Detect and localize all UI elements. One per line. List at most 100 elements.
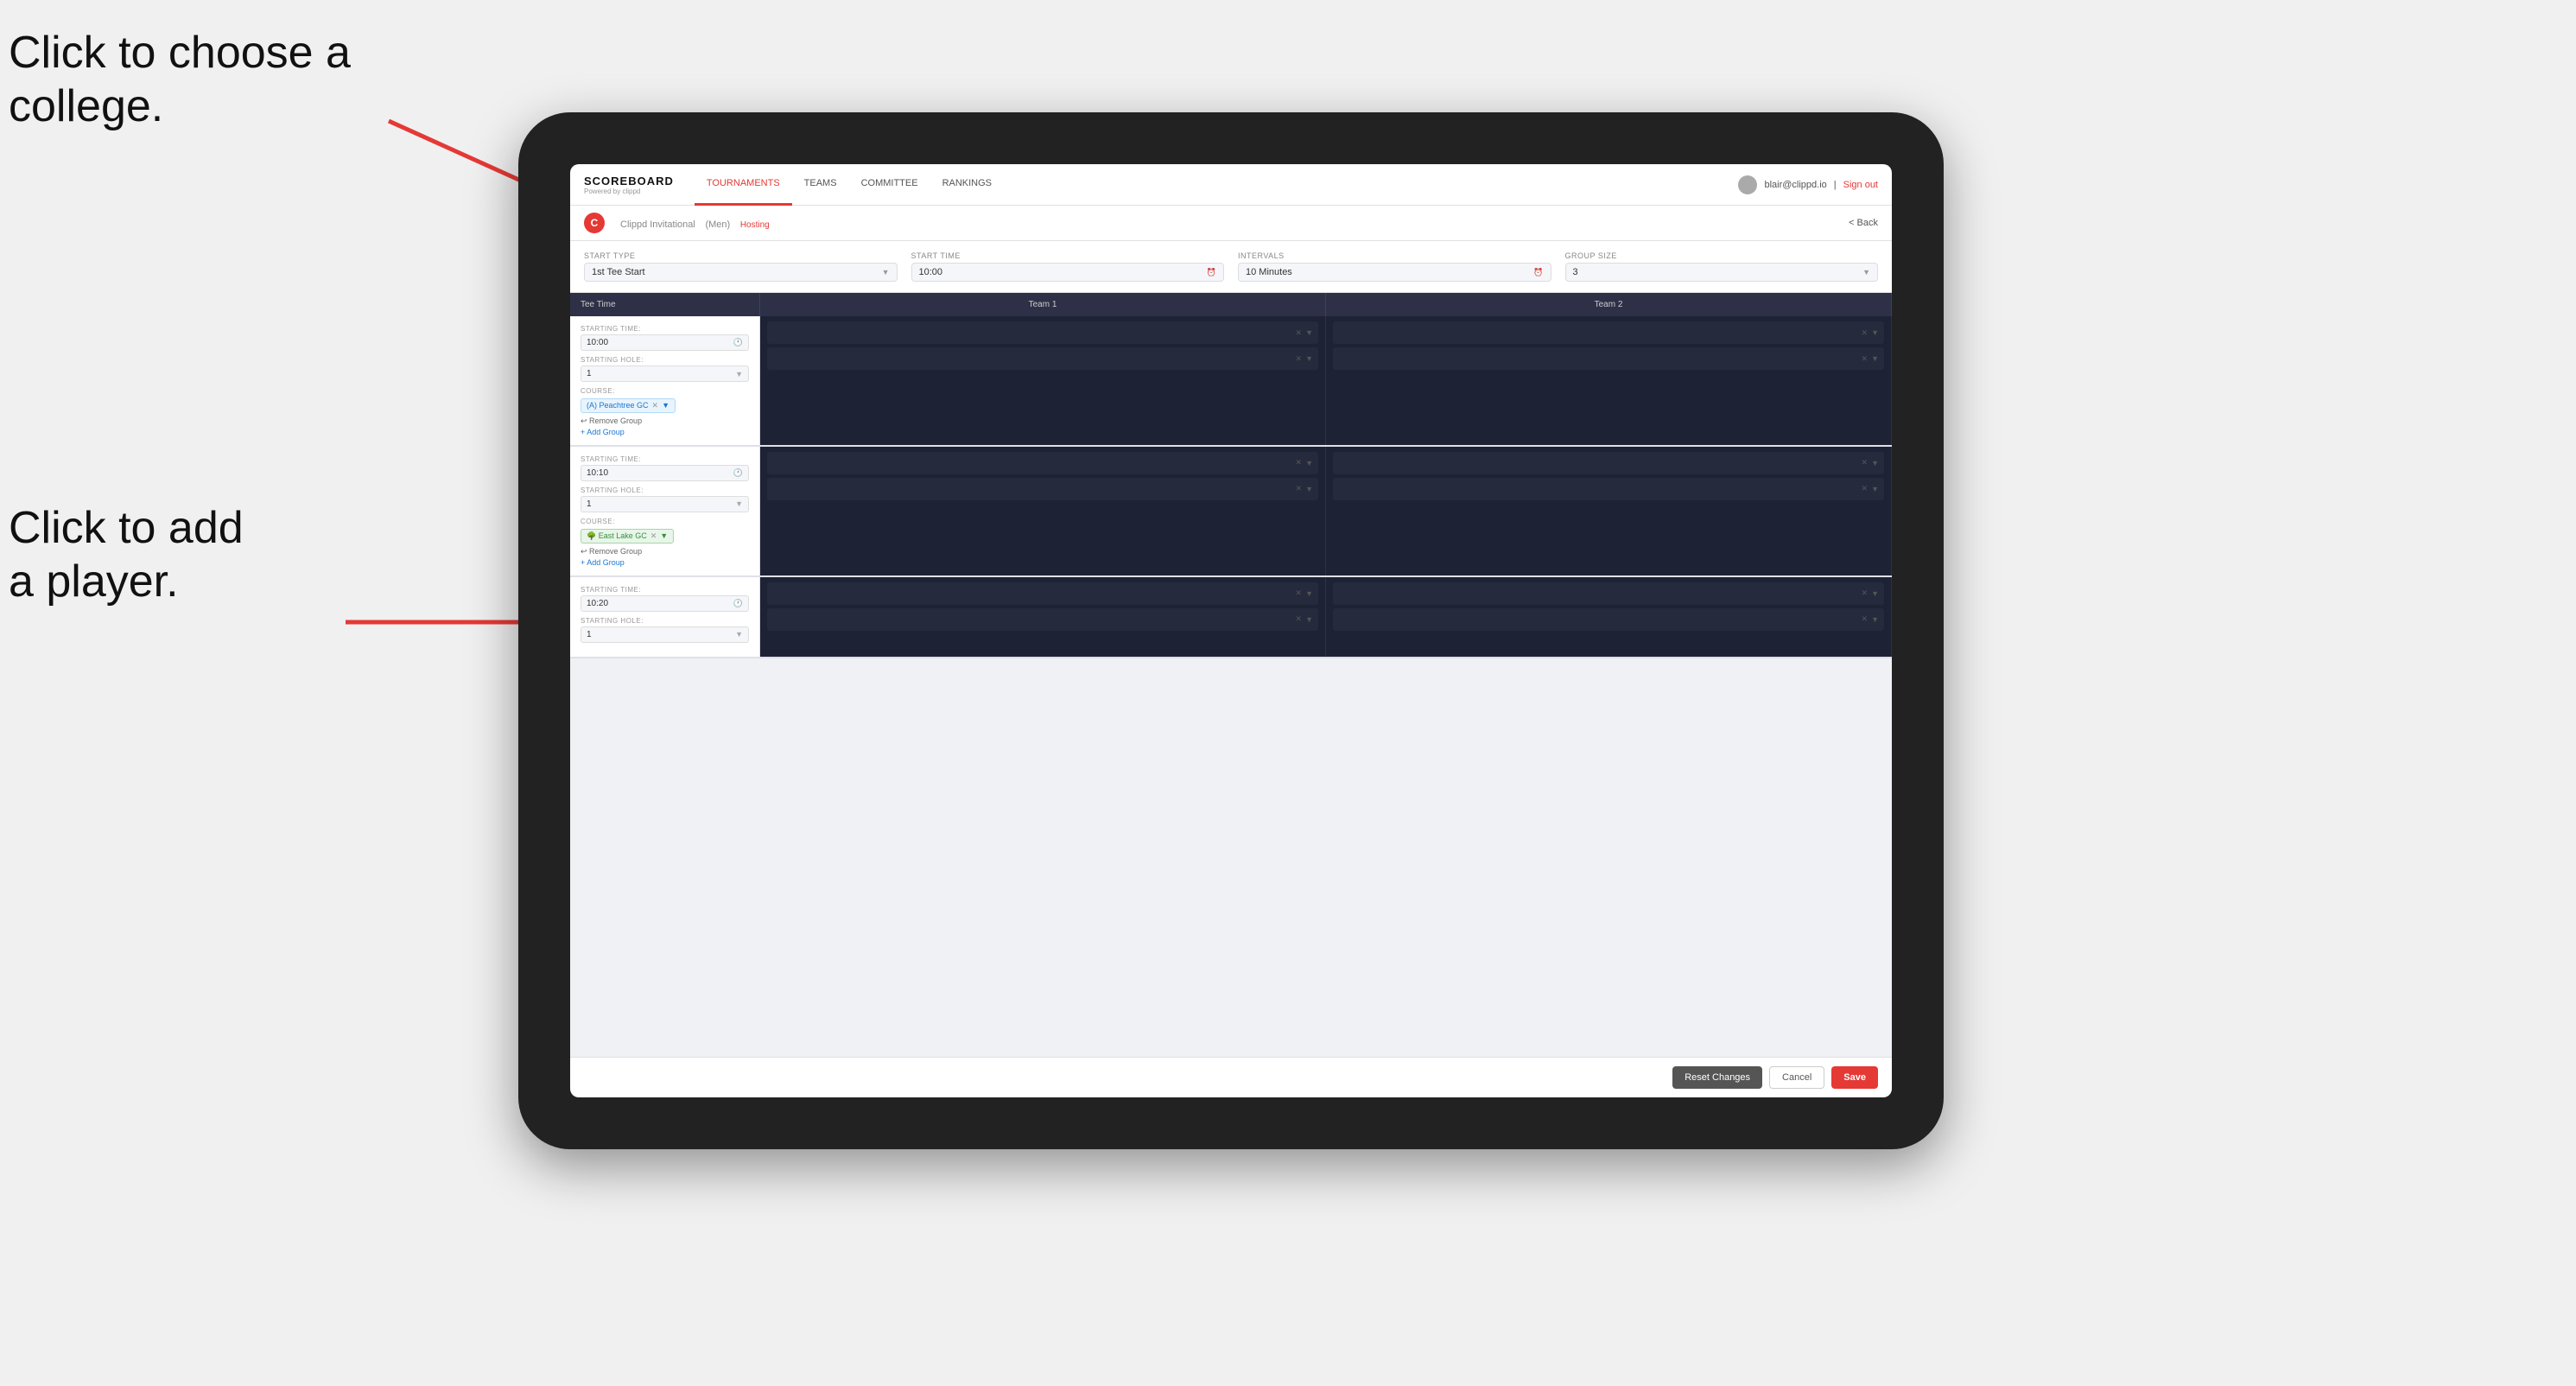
player-chevron-icon[interactable]: ▼: [1305, 459, 1313, 467]
nav-link-tournaments[interactable]: TOURNAMENTS: [695, 164, 792, 206]
add-group-btn-2[interactable]: + Add Group: [581, 558, 749, 567]
player-slot[interactable]: ✕ ▼: [767, 478, 1318, 500]
team2-cell-1: ✕ ▼ ✕ ▼: [1326, 316, 1892, 445]
player-chevron-icon[interactable]: ▼: [1871, 589, 1879, 598]
col-team2: Team 2: [1326, 293, 1892, 316]
starting-time-input-3[interactable]: 10:20🕐: [581, 595, 749, 612]
player-slot[interactable]: ✕ ▼: [1333, 452, 1884, 474]
remove-group-btn-2[interactable]: ↩ Remove Group: [581, 547, 749, 556]
player-chevron-icon[interactable]: ▼: [1871, 485, 1879, 493]
player-chevron-icon[interactable]: ▼: [1305, 615, 1313, 624]
player-expand-icon[interactable]: ✕: [1862, 354, 1869, 364]
group-actions-2: ↩ Remove Group + Add Group: [581, 547, 749, 567]
start-time-select[interactable]: 10:00 ⏰: [911, 263, 1225, 282]
team2-cell-3: ✕ ▼ ✕ ▼: [1326, 577, 1892, 657]
group-actions-1: ↩ Remove Group + Add Group: [581, 416, 749, 436]
player-chevron-icon[interactable]: ▼: [1871, 328, 1879, 337]
tablet-screen: SCOREBOARD Powered by clippd TOURNAMENTS…: [570, 164, 1892, 1097]
group-left-1: STARTING TIME: 10:00🕐 STARTING HOLE: 1▼ …: [570, 316, 760, 445]
player-slot[interactable]: ✕ ▼: [1333, 347, 1884, 370]
player-expand-icon[interactable]: ✕: [1862, 614, 1869, 624]
page-logo: C: [584, 213, 605, 233]
player-slot[interactable]: ✕ ▼: [1333, 478, 1884, 500]
course-tag-1[interactable]: (A) Peachtree GC ✕ ▼: [581, 398, 676, 413]
page-header: C Clippd Invitational (Men) Hosting < Ba…: [570, 206, 1892, 241]
player-expand-icon[interactable]: ✕: [1296, 614, 1303, 624]
player-expand-icon[interactable]: ✕: [1862, 484, 1869, 493]
start-type-chevron: ▼: [882, 268, 890, 277]
player-slot[interactable]: ✕ ▼: [767, 582, 1318, 605]
course-remove-2[interactable]: ✕: [650, 531, 657, 541]
player-expand-icon[interactable]: ✕: [1862, 328, 1869, 338]
player-expand-icon[interactable]: ✕: [1296, 484, 1303, 493]
group-row: STARTING TIME: 10:10🕐 STARTING HOLE: 1▼ …: [570, 447, 1892, 577]
nav-avatar: [1738, 175, 1757, 194]
nav-bar: SCOREBOARD Powered by clippd TOURNAMENTS…: [570, 164, 1892, 206]
starting-hole-input-3[interactable]: 1▼: [581, 626, 749, 643]
col-tee-time: Tee Time: [570, 293, 760, 316]
bottom-bar: Reset Changes Cancel Save: [570, 1057, 1892, 1097]
starting-time-input-2[interactable]: 10:10🕐: [581, 465, 749, 481]
groups-list: STARTING TIME: 10:00🕐 STARTING HOLE: 1▼ …: [570, 316, 1892, 1057]
player-slot[interactable]: ✕ ▼: [767, 608, 1318, 631]
player-slot[interactable]: ✕ ▼: [767, 347, 1318, 370]
course-tag-2[interactable]: 🌳 East Lake GC ✕ ▼: [581, 529, 674, 544]
nav-logo-title: SCOREBOARD: [584, 175, 674, 188]
starting-time-label-1: STARTING TIME:: [581, 325, 749, 333]
nav-link-teams[interactable]: TEAMS: [792, 164, 849, 206]
nav-sign-out[interactable]: Sign out: [1843, 180, 1878, 190]
group-row: STARTING TIME: 10:00🕐 STARTING HOLE: 1▼ …: [570, 316, 1892, 447]
player-slot[interactable]: ✕ ▼: [1333, 608, 1884, 631]
course-expand-2[interactable]: ▼: [660, 531, 668, 540]
intervals-chevron: ⏰: [1533, 268, 1543, 277]
start-type-select[interactable]: 1st Tee Start ▼: [584, 263, 898, 282]
group-size-chevron: ▼: [1862, 268, 1870, 277]
cancel-button[interactable]: Cancel: [1769, 1066, 1824, 1089]
nav-link-rankings[interactable]: RANKINGS: [930, 164, 1004, 206]
team1-cell-1: ✕ ▼ ✕ ▼: [760, 316, 1326, 445]
player-chevron-icon[interactable]: ▼: [1305, 354, 1313, 363]
player-chevron-icon[interactable]: ▼: [1305, 589, 1313, 598]
player-slot[interactable]: ✕ ▼: [767, 452, 1318, 474]
start-time-label: Start Time: [911, 251, 1225, 260]
player-slot[interactable]: ✕ ▼: [767, 321, 1318, 344]
save-button[interactable]: Save: [1831, 1066, 1878, 1089]
group-size-select[interactable]: 3 ▼: [1565, 263, 1879, 282]
intervals-select[interactable]: 10 Minutes ⏰: [1238, 263, 1551, 282]
starting-hole-input-2[interactable]: 1▼: [581, 496, 749, 512]
starting-hole-input-1[interactable]: 1▼: [581, 366, 749, 382]
back-button[interactable]: < Back: [1849, 218, 1878, 228]
annotation-add-player: Click to adda player.: [9, 501, 244, 609]
player-expand-icon[interactable]: ✕: [1296, 588, 1303, 598]
course-expand-1[interactable]: ▼: [662, 401, 669, 410]
starting-hole-label-1: STARTING HOLE:: [581, 356, 749, 364]
add-group-btn-1[interactable]: + Add Group: [581, 428, 749, 436]
intervals-label: Intervals: [1238, 251, 1551, 260]
course-label-2: COURSE:: [581, 518, 749, 525]
nav-links: TOURNAMENTS TEAMS COMMITTEE RANKINGS: [695, 164, 1739, 206]
player-chevron-icon[interactable]: ▼: [1305, 485, 1313, 493]
player-expand-icon[interactable]: ✕: [1296, 354, 1303, 364]
player-chevron-icon[interactable]: ▼: [1871, 459, 1879, 467]
nav-logo-sub: Powered by clippd: [584, 188, 674, 195]
start-time-chevron: ⏰: [1207, 268, 1216, 277]
starting-time-input-1[interactable]: 10:00🕐: [581, 334, 749, 351]
table-header: Tee Time Team 1 Team 2: [570, 293, 1892, 316]
player-chevron-icon[interactable]: ▼: [1871, 354, 1879, 363]
player-slot[interactable]: ✕ ▼: [1333, 582, 1884, 605]
player-expand-icon[interactable]: ✕: [1862, 588, 1869, 598]
player-expand-icon[interactable]: ✕: [1862, 458, 1869, 467]
reset-changes-button[interactable]: Reset Changes: [1672, 1066, 1762, 1089]
course-remove-1[interactable]: ✕: [652, 401, 659, 410]
page-title: Clippd Invitational (Men) Hosting: [613, 217, 1849, 230]
player-expand-icon[interactable]: ✕: [1296, 328, 1303, 338]
col-team1: Team 1: [760, 293, 1326, 316]
player-chevron-icon[interactable]: ▼: [1305, 328, 1313, 337]
team2-cell-2: ✕ ▼ ✕ ▼: [1326, 447, 1892, 575]
start-type-label: Start Type: [584, 251, 898, 260]
nav-link-committee[interactable]: COMMITTEE: [849, 164, 930, 206]
player-expand-icon[interactable]: ✕: [1296, 458, 1303, 467]
player-chevron-icon[interactable]: ▼: [1871, 615, 1879, 624]
remove-group-btn-1[interactable]: ↩ Remove Group: [581, 416, 749, 426]
player-slot[interactable]: ✕ ▼: [1333, 321, 1884, 344]
